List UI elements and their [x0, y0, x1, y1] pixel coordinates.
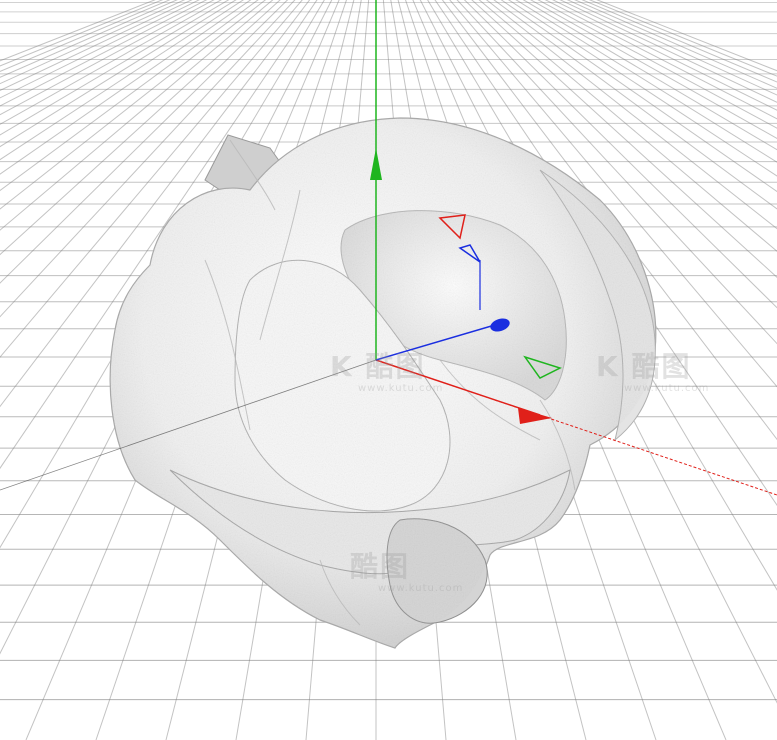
3d-viewport[interactable]: K 酷图 www.kutu.com K 酷图 www.kutu.com 酷图 w…	[0, 0, 777, 740]
viewport-scene	[0, 0, 777, 740]
sculpted-mesh[interactable]	[109, 117, 657, 649]
